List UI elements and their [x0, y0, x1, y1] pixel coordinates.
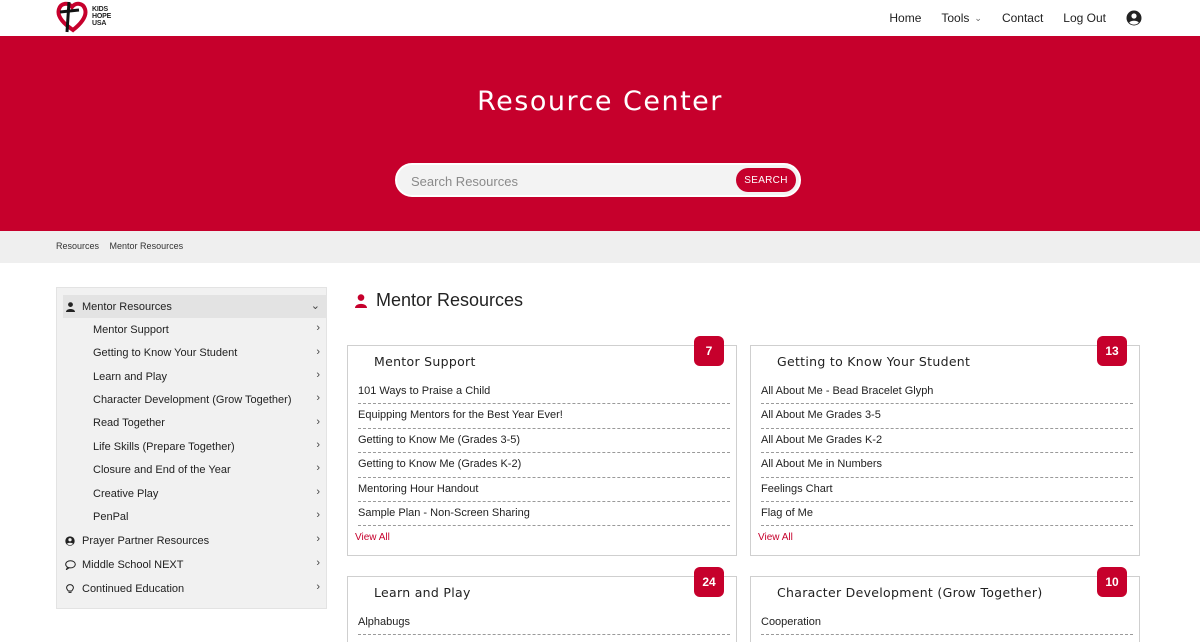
- list-item[interactable]: Mentoring Hour Handout: [358, 478, 730, 502]
- resource-list: Cooperation: [761, 611, 1133, 636]
- resource-card-character-development: Character Development (Grow Together) 10…: [750, 567, 1140, 642]
- sidebar-item-label: Middle School NEXT: [82, 558, 184, 571]
- sidebar: Mentor Resources ⌄ Mentor Support › Gett…: [56, 287, 327, 609]
- breadcrumb-bar: Resources Mentor Resources: [0, 231, 1200, 263]
- chevron-right-icon: ›: [316, 345, 320, 358]
- list-item[interactable]: Flag of Me: [761, 502, 1133, 527]
- top-navbar: KIDS HOPE USA Home Tools ⌄ Contact Log Ou…: [0, 0, 1200, 36]
- list-item[interactable]: 101 Ways to Praise a Child: [358, 380, 730, 405]
- sidebar-item-penpal[interactable]: PenPal ›: [63, 505, 326, 528]
- list-item[interactable]: Equipping Mentors for the Best Year Ever…: [358, 404, 730, 429]
- search-button[interactable]: SEARCH: [736, 168, 796, 192]
- search-bar: SEARCH: [395, 163, 801, 197]
- nav-home[interactable]: Home: [889, 11, 921, 25]
- main-nav: Home Tools ⌄ Contact Log Out: [869, 0, 1142, 36]
- kids-hope-usa-logo[interactable]: KIDS HOPE USA: [55, 0, 115, 34]
- breadcrumb: Resources Mentor Resources: [56, 241, 191, 251]
- sidebar-item-mentor-resources[interactable]: Mentor Resources ⌄: [63, 295, 326, 318]
- resource-card-learn-and-play: Learn and Play 24 Alphabugs: [347, 567, 737, 642]
- sidebar-item-label: Life Skills (Prepare Together): [93, 440, 235, 453]
- list-item[interactable]: All About Me Grades K-2: [761, 429, 1133, 454]
- sidebar-item-label: Read Together: [93, 417, 165, 429]
- list-item[interactable]: Cooperation: [761, 611, 1133, 636]
- list-item[interactable]: Feelings Chart: [761, 478, 1133, 502]
- list-item[interactable]: All About Me in Numbers: [761, 453, 1133, 478]
- chevron-down-icon: ⌄: [310, 300, 320, 312]
- list-item[interactable]: Getting to Know Me (Grades 3-5): [358, 429, 730, 454]
- logo-text: KIDS HOPE USA: [92, 6, 112, 27]
- sidebar-item-label: Creative Play: [93, 487, 159, 500]
- chevron-right-icon: ›: [316, 557, 320, 569]
- resource-list: 101 Ways to Praise a Child Equipping Men…: [358, 380, 730, 527]
- chevron-right-icon: ›: [316, 486, 320, 498]
- chevron-down-icon: ⌄: [974, 12, 982, 23]
- user-icon: [63, 301, 77, 312]
- chevron-right-icon: ›: [316, 392, 320, 404]
- nav-tools[interactable]: Tools ⌄: [941, 11, 982, 25]
- nav-contact[interactable]: Contact: [1002, 11, 1043, 25]
- chevron-right-icon: ›: [316, 369, 320, 381]
- sidebar-item-label: Getting to Know Your Student: [93, 347, 238, 359]
- section-title: Mentor Resources: [354, 290, 523, 311]
- speech-bubble-icon: [63, 559, 77, 570]
- card-title[interactable]: Mentor Support: [374, 354, 476, 369]
- resource-card-getting-to-know-your-student: Getting to Know Your Student 13 All Abou…: [750, 336, 1140, 556]
- view-all-link[interactable]: View All: [355, 532, 390, 543]
- breadcrumb-mentor-resources[interactable]: Mentor Resources: [110, 241, 184, 251]
- sidebar-item-label: Continued Education: [82, 582, 185, 595]
- chevron-right-icon: ›: [316, 322, 320, 334]
- sidebar-item-life-skills[interactable]: Life Skills (Prepare Together) ›: [63, 435, 326, 458]
- sidebar-item-closure-end-of-year[interactable]: Closure and End of the Year ›: [63, 458, 326, 481]
- resource-list: All About Me - Bead Bracelet Glyph All A…: [761, 380, 1133, 527]
- view-all-link[interactable]: View All: [758, 532, 793, 543]
- page-title: Resource Center: [477, 86, 723, 117]
- chevron-right-icon: ›: [316, 509, 320, 521]
- count-badge: 10: [1097, 567, 1127, 597]
- heart-cross-logo-icon: [56, 1, 88, 33]
- user-circle-icon[interactable]: [1126, 10, 1142, 26]
- sidebar-item-character-development[interactable]: Character Development (Grow Together) ›: [63, 388, 326, 411]
- nav-log-out[interactable]: Log Out: [1063, 11, 1106, 25]
- resource-card-mentor-support: Mentor Support 7 101 Ways to Praise a Ch…: [347, 336, 737, 556]
- count-badge: 24: [694, 567, 724, 597]
- breadcrumb-resources[interactable]: Resources: [56, 241, 99, 251]
- sidebar-item-prayer-partner-resources[interactable]: Prayer Partner Resources ›: [63, 529, 326, 552]
- sidebar-item-middle-school-next[interactable]: Middle School NEXT ›: [63, 553, 326, 576]
- list-item[interactable]: All About Me Grades 3-5: [761, 404, 1133, 429]
- list-item[interactable]: Getting to Know Me (Grades K-2): [358, 453, 730, 478]
- chevron-right-icon: ›: [316, 462, 320, 474]
- card-title[interactable]: Character Development (Grow Together): [777, 585, 1043, 600]
- sidebar-item-creative-play[interactable]: Creative Play ›: [63, 482, 326, 505]
- card-title[interactable]: Getting to Know Your Student: [777, 354, 970, 369]
- list-item[interactable]: Alphabugs: [358, 611, 730, 636]
- card-title[interactable]: Learn and Play: [374, 585, 471, 600]
- sidebar-item-mentor-support[interactable]: Mentor Support ›: [63, 318, 326, 341]
- sidebar-item-label: Mentor Support: [93, 323, 169, 336]
- lightbulb-icon: [63, 583, 77, 594]
- sidebar-item-getting-to-know-your-student[interactable]: Getting to Know Your Student ›: [63, 342, 326, 365]
- user-icon: [355, 293, 367, 308]
- chevron-right-icon: ›: [316, 415, 320, 428]
- sidebar-item-learn-and-play[interactable]: Learn and Play ›: [63, 365, 326, 388]
- hero-banner: Resource Center SEARCH: [0, 36, 1200, 231]
- list-item[interactable]: All About Me - Bead Bracelet Glyph: [761, 380, 1133, 405]
- count-badge: 13: [1097, 336, 1127, 366]
- sidebar-item-continued-education[interactable]: Continued Education ›: [63, 577, 326, 600]
- search-input[interactable]: [411, 171, 721, 191]
- sidebar-item-label: Closure and End of the Year: [93, 463, 231, 476]
- sidebar-item-label: Mentor Resources: [82, 300, 172, 313]
- sidebar-item-label: Learn and Play: [93, 370, 167, 383]
- sidebar-item-label: Prayer Partner Resources: [82, 534, 210, 547]
- chevron-right-icon: ›: [316, 581, 320, 593]
- chevron-right-icon: ›: [316, 533, 320, 545]
- list-item[interactable]: Sample Plan - Non-Screen Sharing: [358, 502, 730, 527]
- chevron-right-icon: ›: [316, 439, 320, 451]
- resource-list: Alphabugs: [358, 611, 730, 636]
- sidebar-item-label: PenPal: [93, 510, 129, 523]
- user-circle-icon: [63, 535, 77, 546]
- sidebar-item-label: Character Development (Grow Together): [93, 393, 292, 406]
- count-badge: 7: [694, 336, 724, 366]
- sidebar-item-read-together[interactable]: Read Together ›: [63, 412, 326, 435]
